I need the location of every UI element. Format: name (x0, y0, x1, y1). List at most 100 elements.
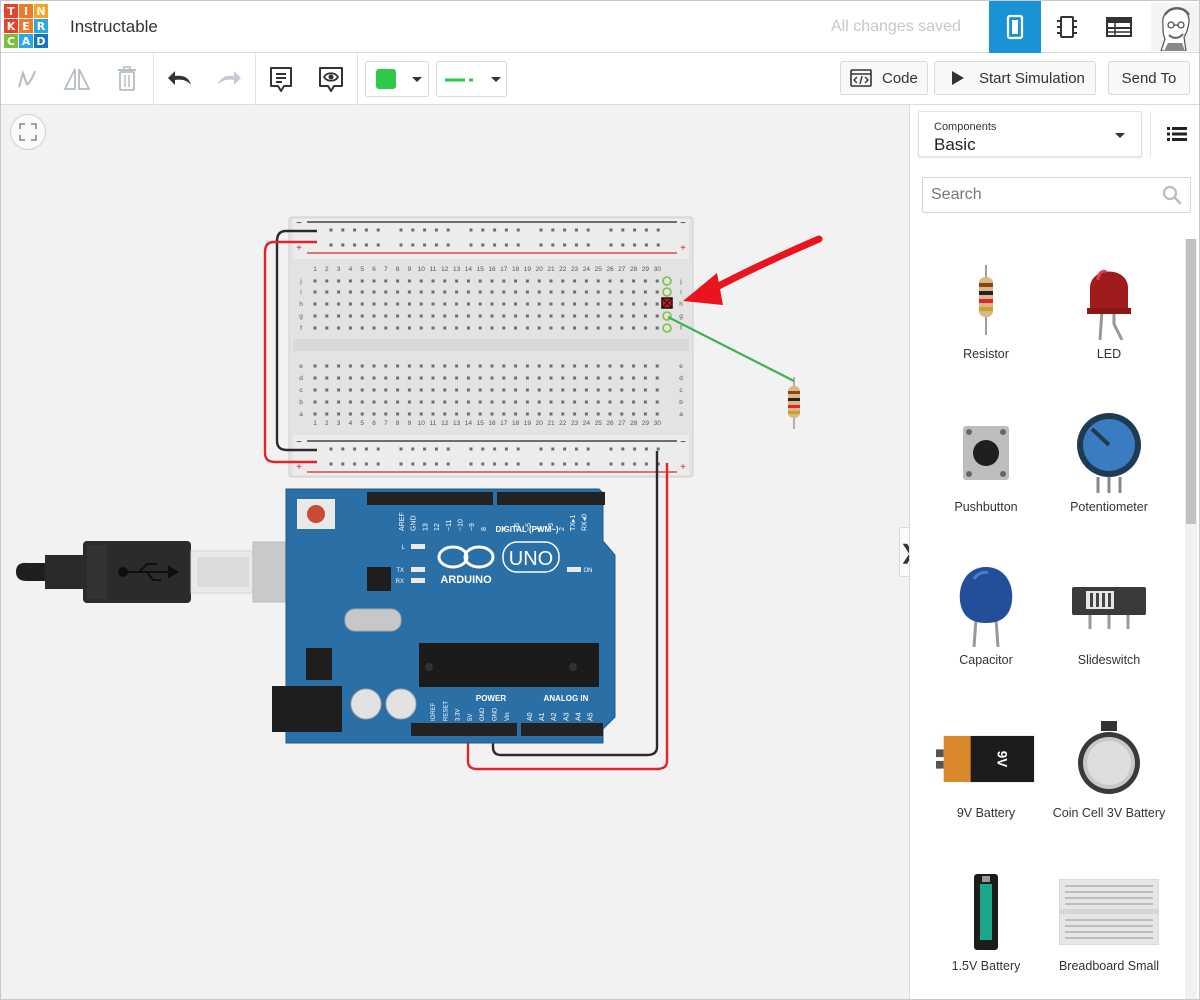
led-marker[interactable] (661, 297, 673, 309)
send-to-button[interactable]: Send To (1108, 61, 1190, 95)
wire-style-icon (445, 78, 473, 82)
component-label: Resistor (963, 347, 1009, 361)
component-pushbutton[interactable]: Pushbutton (926, 408, 1046, 558)
column-number: 22 (559, 420, 567, 427)
rail-sign: − (680, 218, 686, 229)
column-number: 29 (642, 266, 650, 273)
delete-button[interactable] (109, 61, 145, 97)
column-number: 4 (349, 266, 353, 273)
column-number: 25 (595, 420, 603, 427)
column-number: 4 (349, 420, 353, 427)
column-number: 20 (536, 420, 544, 427)
column-number: 26 (606, 266, 614, 273)
component-led[interactable]: LED (1049, 255, 1169, 405)
component-resistor[interactable]: Resistor (926, 255, 1046, 405)
pushbutton-icon (936, 408, 1036, 498)
column-number: 6 (372, 420, 376, 427)
column-number: 11 (430, 420, 437, 427)
components-panel: Components Basic Search Resistor LED Pus… (909, 105, 1199, 999)
breadboard[interactable]: 1122334455667788991010111112121313141415… (288, 216, 694, 478)
column-number: 24 (583, 266, 591, 273)
component-breadboard-small[interactable]: Breadboard Small (1049, 867, 1169, 999)
row-letter: d (299, 375, 303, 382)
logo-tile: R (34, 19, 48, 33)
component-aa-battery[interactable]: 1.5V Battery (926, 867, 1046, 999)
user-avatar[interactable] (1151, 3, 1199, 51)
logo-tile: T (4, 4, 18, 18)
project-title[interactable]: Instructable (70, 17, 158, 37)
redo-button[interactable] (211, 61, 247, 97)
components-dropdown-value: Basic (934, 135, 976, 154)
coin-cell-icon (1059, 714, 1159, 804)
fill-color-swatch (376, 69, 396, 89)
notes-button[interactable] (263, 61, 299, 97)
component-capacitor[interactable]: Capacitor (926, 561, 1046, 711)
panel-scrollbar[interactable] (1185, 239, 1197, 999)
wire-style-picker[interactable] (436, 61, 507, 97)
resistor-icon (936, 255, 1036, 345)
row-letter: b (679, 399, 683, 406)
component-9v-battery[interactable]: 9V 9V Battery (926, 714, 1046, 864)
flip-button[interactable] (59, 61, 95, 97)
tinkercad-logo[interactable]: TIN KER CAD (4, 4, 49, 49)
component-search[interactable] (922, 177, 1191, 213)
code-button[interactable]: Code (840, 61, 928, 95)
row-letter: j (679, 278, 681, 285)
chevron-down-icon (491, 77, 501, 82)
breadboard-small-icon (1059, 867, 1159, 957)
component-slideswitch[interactable]: Slideswitch (1049, 561, 1169, 711)
arduino-uno[interactable]: UNO ARDUINO DIGITAL (PWM~) POWER ANALOG … (272, 488, 616, 744)
components-dropdown[interactable]: Components Basic (918, 111, 1142, 157)
column-number: 16 (488, 266, 496, 273)
collapse-panel-button[interactable]: ❯ (899, 527, 909, 577)
search-input[interactable] (923, 178, 1153, 212)
battery-9v-icon: 9V (936, 714, 1036, 804)
notes-visibility-button[interactable] (313, 61, 349, 97)
redo-icon (218, 71, 241, 85)
circuit-view-button[interactable] (989, 1, 1041, 53)
column-number: 18 (512, 420, 520, 427)
reset-button[interactable] (307, 505, 325, 523)
slideswitch-icon (1059, 561, 1159, 651)
breadboard-center-gap (293, 339, 689, 351)
toolbar: Code Start Simulation Send To (1, 53, 1199, 105)
column-number: 1 (313, 420, 317, 427)
led-label: TX (396, 568, 404, 574)
pin-label: IOREF (431, 702, 437, 721)
undo-button[interactable] (162, 61, 198, 97)
table-icon (1106, 17, 1132, 37)
column-number: 28 (630, 420, 638, 427)
start-simulation-button[interactable]: Start Simulation (934, 61, 1096, 95)
pin-label: A5 (588, 712, 595, 721)
rotate-button[interactable] (9, 61, 45, 97)
column-number: 19 (524, 266, 532, 273)
pin-label: GND (493, 707, 499, 721)
component-label: Pushbutton (954, 500, 1018, 514)
row-letter: h (299, 301, 303, 308)
analog-section-label: ANALOG IN (544, 694, 589, 703)
schematic-view-button[interactable] (1041, 1, 1093, 53)
notes-icon (270, 67, 292, 92)
canvas-resistor[interactable] (788, 377, 800, 429)
code-label: Code (882, 69, 918, 87)
column-number: 9 (408, 420, 412, 427)
component-list-view-button[interactable] (1093, 1, 1145, 53)
logo-tile: C (4, 34, 18, 48)
column-number: 2 (325, 420, 329, 427)
fill-color-picker[interactable] (365, 61, 429, 97)
column-number: 26 (606, 420, 614, 427)
component-coin-cell-battery[interactable]: Coin Cell 3V Battery (1049, 714, 1169, 864)
scrollbar-thumb[interactable] (1186, 239, 1196, 524)
pin-label: ~3 (548, 523, 555, 531)
column-number: 10 (418, 420, 426, 427)
column-number: 28 (630, 266, 638, 273)
component-potentiometer[interactable]: Potentiometer (1049, 408, 1169, 558)
rail-sign: − (296, 218, 302, 229)
usb-cable[interactable] (16, 541, 306, 603)
column-number: 11 (430, 266, 437, 273)
column-number: 6 (372, 266, 376, 273)
column-number: 14 (465, 420, 473, 427)
column-number: 3 (337, 266, 341, 273)
circuit-canvas[interactable]: 1 1 2 2 3 3 4 4 5 5 6 6 7 7 8 8 9 9 10 10 11 11 12 12 13 13 14 14 15… (1, 105, 909, 999)
list-view-toggle[interactable] (1150, 111, 1199, 157)
